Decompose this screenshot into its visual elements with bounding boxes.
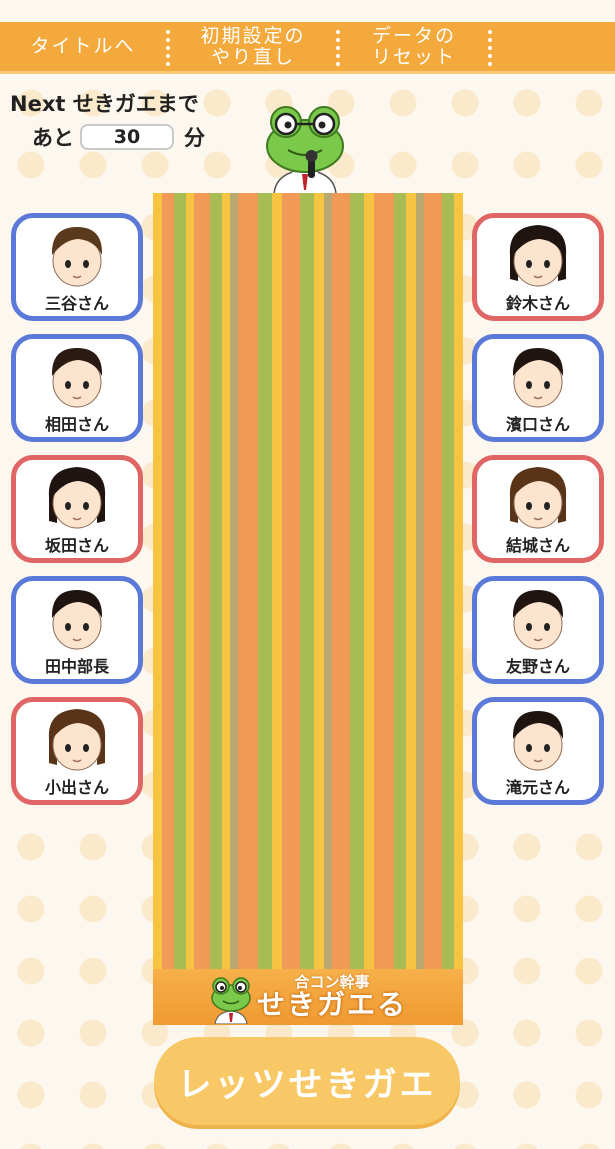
person-face-icon <box>512 348 564 408</box>
person-face-icon <box>509 467 567 529</box>
nav-divider <box>488 30 492 66</box>
person-face-icon <box>512 590 564 650</box>
right-seat-4[interactable]: 友野さん <box>472 576 604 684</box>
back-to-title-label: タイトルへ <box>30 35 136 57</box>
timer-ato: あと <box>32 126 74 150</box>
lets-change-seats-button[interactable]: レッツせきガエ <box>154 1037 460 1125</box>
left-seat-2[interactable]: 相田さん <box>11 334 143 442</box>
table-board: 合コン幹事 せきガエる <box>153 193 463 1025</box>
seat-name: 相田さん <box>44 415 109 434</box>
right-seat-2[interactable]: 濱口さん <box>472 334 604 442</box>
right-seat-3[interactable]: 結城さん <box>472 455 604 563</box>
left-seat-5[interactable]: 小出さん <box>11 697 143 805</box>
left-seat-4[interactable]: 田中部長 <box>11 576 143 684</box>
redo-initial-setup-button[interactable]: 初期設定の やり直し <box>170 22 336 71</box>
redo-setup-label-1: 初期設定の <box>200 24 306 47</box>
person-face-icon <box>48 467 106 529</box>
person-face-icon <box>509 225 567 287</box>
person-face-icon <box>48 709 106 771</box>
minutes-input[interactable] <box>80 124 174 150</box>
person-face-icon <box>51 227 103 287</box>
seat-name: 田中部長 <box>44 657 109 676</box>
seat-name: 結城さん <box>505 536 570 555</box>
seat-name: 三谷さん <box>44 294 109 313</box>
back-to-title-button[interactable]: タイトルへ <box>0 22 166 71</box>
timer-unit: 分 <box>184 126 205 150</box>
top-nav-bar: タイトルへ 初期設定の やり直し データの リセット <box>0 22 615 74</box>
seat-name: 滝元さん <box>505 778 570 797</box>
redo-setup-label-2: やり直し <box>210 45 295 68</box>
left-seat-3[interactable]: 坂田さん <box>11 455 143 563</box>
seat-name: 濱口さん <box>505 415 570 434</box>
seat-name: 坂田さん <box>44 536 109 555</box>
reset-data-label-1: データの <box>371 24 456 47</box>
seat-name: 鈴木さん <box>505 294 570 313</box>
reset-data-button[interactable]: データの リセット <box>340 22 488 71</box>
person-face-icon <box>512 711 564 771</box>
app-logo: 合コン幹事 せきガエる <box>153 969 463 1025</box>
timer-prefix: Next せきガエまで <box>10 92 199 116</box>
person-face-icon <box>51 348 103 408</box>
right-seat-5[interactable]: 滝元さん <box>472 697 604 805</box>
person-face-icon <box>51 590 103 650</box>
left-seat-1[interactable]: 三谷さん <box>11 213 143 321</box>
logo-title: せきガエる <box>256 988 407 1021</box>
reset-data-label-2: リセット <box>371 45 456 68</box>
seat-name: 小出さん <box>44 778 109 797</box>
lets-change-label: レッツせきガエ <box>177 1064 437 1105</box>
frog-logo-icon <box>211 977 251 1024</box>
seat-name: 友野さん <box>505 657 570 676</box>
next-change-timer: Next せきガエまで あと 分 <box>10 88 205 152</box>
right-seat-1[interactable]: 鈴木さん <box>472 213 604 321</box>
frog-mascot-icon <box>266 106 344 194</box>
